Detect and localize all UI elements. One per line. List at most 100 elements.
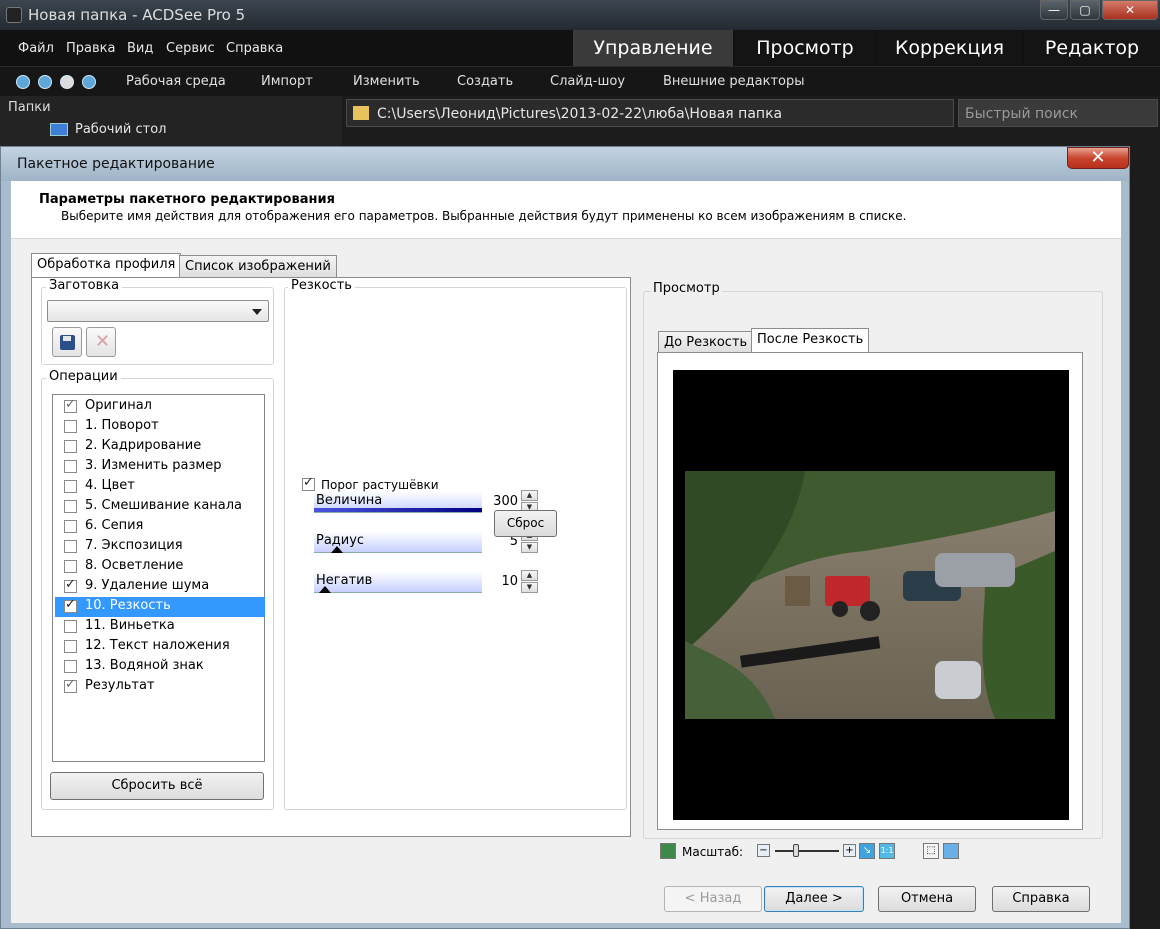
operation-checkbox[interactable] <box>64 640 77 653</box>
operation-checkbox[interactable] <box>64 397 77 413</box>
tab-before[interactable]: До Резкость <box>658 331 754 353</box>
reset-all-button[interactable]: Сбросить всё <box>50 772 264 800</box>
radius-thumb[interactable] <box>331 546 343 553</box>
zoom-slider[interactable] <box>775 850 839 852</box>
mode-tab-manage[interactable]: Управление <box>573 30 733 66</box>
menu-help[interactable]: Справка <box>226 41 283 56</box>
operation-item[interactable]: 13. Водяной знак <box>55 657 265 677</box>
toolbar-workspace[interactable]: Рабочая среда <box>126 74 226 89</box>
zoom-label: Масштаб: <box>682 845 744 859</box>
preset-label: Заготовка <box>46 278 123 293</box>
amount-up-button[interactable]: ▲ <box>521 490 538 501</box>
quick-search-input[interactable]: Быстрый поиск <box>958 99 1158 127</box>
operation-label: Оригинал <box>85 398 152 413</box>
negative-down-button[interactable]: ▼ <box>521 582 538 593</box>
operation-checkbox[interactable] <box>64 577 77 593</box>
negative-slider[interactable]: Негатив <box>314 571 484 593</box>
toolbar-import[interactable]: Импорт <box>261 74 313 89</box>
help-button[interactable]: Справка <box>992 886 1090 912</box>
fit-icon[interactable]: ↘ <box>859 843 875 859</box>
chevron-down-icon <box>252 309 262 315</box>
menu-file[interactable]: Файл <box>18 41 54 56</box>
back-icon[interactable] <box>38 75 52 89</box>
delete-preset-button[interactable]: ✕ <box>86 327 116 357</box>
radius-down-button[interactable]: ▼ <box>521 542 538 553</box>
home-icon[interactable] <box>16 75 30 89</box>
toolbar-modify[interactable]: Изменить <box>353 74 420 89</box>
negative-up-button[interactable]: ▲ <box>521 570 538 581</box>
operation-item[interactable]: 2. Кадрирование <box>55 437 265 457</box>
radius-slider[interactable]: Радиус <box>314 531 484 553</box>
operation-item[interactable]: 12. Текст наложения <box>55 637 265 657</box>
dialog-header: Параметры пакетного редактирования Выбер… <box>11 181 1121 239</box>
mode-tab-edit[interactable]: Редактор <box>1024 30 1160 66</box>
compare-icon[interactable] <box>943 843 959 859</box>
operation-checkbox[interactable] <box>64 460 77 473</box>
operation-label: 9. Удаление шума <box>85 578 210 593</box>
amount-fill <box>314 508 484 512</box>
operation-item[interactable]: 8. Осветление <box>55 557 265 577</box>
operation-item[interactable]: 4. Цвет <box>55 477 265 497</box>
path-bar[interactable]: C:\Users\Леонид\Pictures\2013-02-22\люба… <box>346 99 954 127</box>
operation-item[interactable]: 6. Сепия <box>55 517 265 537</box>
toolbar-external-editors[interactable]: Внешние редакторы <box>663 74 805 89</box>
operation-checkbox[interactable] <box>64 620 77 633</box>
save-preset-button[interactable] <box>52 327 82 357</box>
navigator-icon[interactable]: ⬚ <box>923 843 939 859</box>
operation-item[interactable]: 7. Экспозиция <box>55 537 265 557</box>
next-button[interactable]: Далее > <box>764 886 864 912</box>
dialog-close-button[interactable]: ✕ <box>1067 147 1129 169</box>
operation-checkbox[interactable] <box>64 660 77 673</box>
operation-checkbox[interactable] <box>64 597 77 613</box>
tab-image-list[interactable]: Список изображений <box>179 255 337 277</box>
operation-item[interactable]: 1. Поворот <box>55 417 265 437</box>
operation-item[interactable]: Результат <box>55 677 265 697</box>
operation-checkbox[interactable] <box>64 500 77 513</box>
operation-checkbox[interactable] <box>64 677 77 693</box>
operation-item[interactable]: Оригинал <box>55 397 265 417</box>
app-close-button[interactable]: ✕ <box>1102 0 1158 20</box>
menu-tools[interactable]: Сервис <box>166 41 215 56</box>
zoom-out-button[interactable]: − <box>757 844 770 857</box>
operation-item[interactable]: 3. Изменить размер <box>55 457 265 477</box>
toolbar-create[interactable]: Создать <box>457 74 513 89</box>
sharpen-reset-button[interactable]: Сброс <box>494 510 557 537</box>
negative-thumb[interactable] <box>319 586 332 593</box>
threshold-checkbox[interactable] <box>302 475 315 491</box>
zoom-slider-thumb[interactable] <box>793 844 799 857</box>
operation-item[interactable]: 9. Удаление шума <box>55 577 265 597</box>
mode-tab-view[interactable]: Просмотр <box>735 30 875 66</box>
menu-view[interactable]: Вид <box>127 41 153 56</box>
operation-checkbox[interactable] <box>64 520 77 533</box>
operation-checkbox[interactable] <box>64 420 77 433</box>
cancel-button[interactable]: Отмена <box>878 886 976 912</box>
amount-slider[interactable]: Величина <box>314 491 484 513</box>
tree-item-desktop[interactable]: Рабочий стол <box>75 122 166 137</box>
back-button[interactable]: < Назад <box>664 886 762 912</box>
operation-item[interactable]: 10. Резкость <box>55 597 265 617</box>
operation-item[interactable]: 11. Виньетка <box>55 617 265 637</box>
operation-checkbox[interactable] <box>64 480 77 493</box>
up-icon[interactable] <box>82 75 96 89</box>
mode-tab-develop[interactable]: Коррекция <box>877 30 1022 66</box>
forward-icon[interactable] <box>60 75 74 89</box>
tab-after[interactable]: После Резкость <box>751 328 870 352</box>
toolbar-slideshow[interactable]: Слайд-шоу <box>550 74 625 89</box>
actual-size-icon[interactable]: 1:1 <box>879 843 895 859</box>
operation-item[interactable]: 5. Смешивание канала <box>55 497 265 517</box>
preset-dropdown[interactable] <box>47 300 269 322</box>
maximize-button[interactable]: ▢ <box>1070 0 1100 20</box>
operation-checkbox[interactable] <box>64 540 77 553</box>
minimize-button[interactable]: — <box>1040 0 1068 20</box>
operation-checkbox[interactable] <box>64 560 77 573</box>
menu-edit[interactable]: Правка <box>66 41 115 56</box>
preview-panel <box>657 352 1083 830</box>
tab-profile-processing[interactable]: Обработка профиля <box>31 253 182 277</box>
delete-icon: ✕ <box>95 331 111 352</box>
negative-value[interactable]: 10 <box>482 571 520 593</box>
operation-checkbox[interactable] <box>64 440 77 453</box>
operation-label: 8. Осветление <box>85 558 184 573</box>
operation-label: 1. Поворот <box>85 418 159 433</box>
zoom-in-button[interactable]: + <box>843 844 856 857</box>
image-icon[interactable] <box>660 843 676 859</box>
